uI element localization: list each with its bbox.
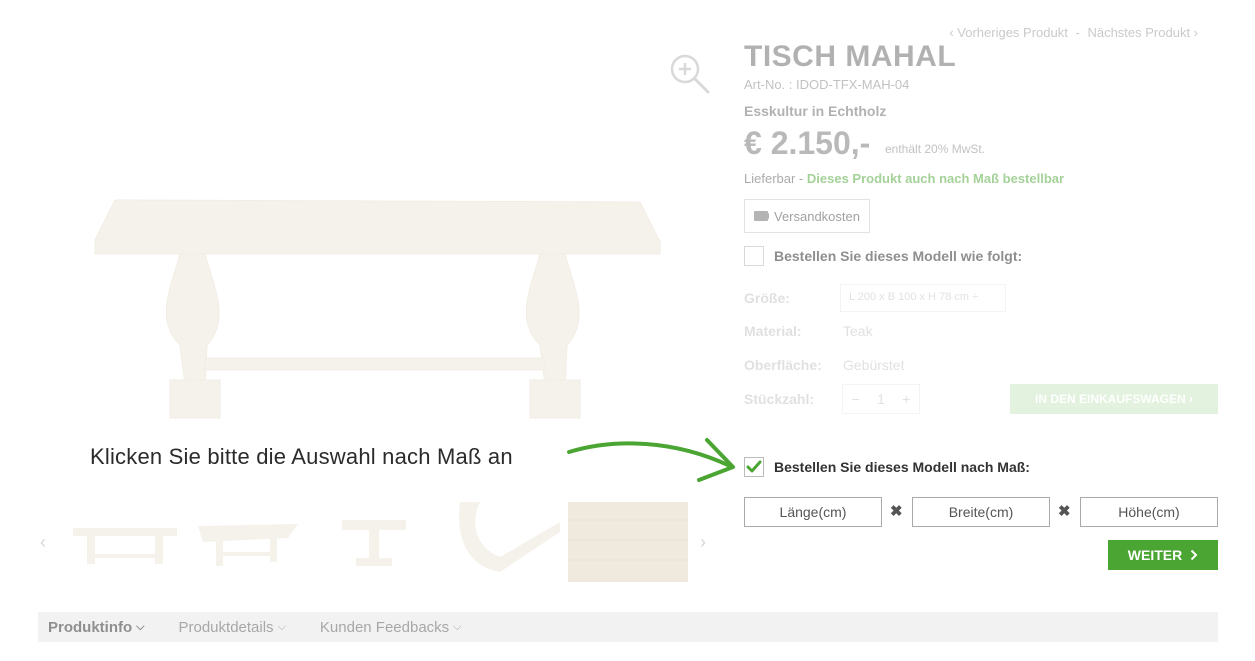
add-to-cart-button[interactable]: IN DEN EINKAUFSWAGEN › (1010, 384, 1218, 414)
product-subtitle: Esskultur in Echtholz (744, 103, 887, 119)
times-icon: ✖ (890, 503, 903, 520)
standard-option-label: Bestellen Sie dieses Modell wie folgt: (774, 248, 1023, 264)
thumb-prev-arrow[interactable]: ‹ (40, 532, 46, 553)
tab-label: Produktdetails (178, 618, 274, 636)
custom-option-label: Bestellen Sie dieses Modell nach Maß: (774, 459, 1030, 475)
availability-status: Lieferbar - (744, 171, 804, 186)
custom-size-link[interactable]: Dieses Produkt auch nach Maß bestellbar (807, 171, 1064, 186)
chevron-down-icon: ⌵ (277, 620, 286, 633)
instruction-text: Klicken Sie bitte die Auswahl nach Maß a… (90, 444, 513, 469)
times-icon: ✖ (1058, 503, 1071, 520)
height-input[interactable] (1080, 497, 1218, 527)
next-product-link[interactable]: Nächstes Produkt › (1087, 25, 1198, 40)
thumbnail-5[interactable] (568, 502, 688, 582)
tab-produktinfo[interactable]: Produktinfo ⌵ (48, 619, 145, 636)
green-arrow-icon (567, 438, 735, 482)
tab-label: Kunden Feedbacks (319, 618, 450, 636)
quantity-label: Stückzahl: (744, 391, 815, 407)
shipping-cost-label: Versandkosten (773, 208, 860, 224)
product-price: € 2.150,- (744, 125, 871, 161)
zoom-icon[interactable] (668, 52, 712, 96)
qty-value: 1 (877, 391, 885, 407)
article-number: Art-No. : IDOD-TFX-MAH-04 (744, 77, 910, 92)
thumbnail-carousel: ‹ › (40, 502, 720, 582)
continue-label: WEITER (1127, 547, 1183, 563)
material-label: Material: (744, 323, 802, 339)
standard-checkbox[interactable] (744, 246, 764, 266)
truck-icon (753, 211, 769, 221)
chevron-right-icon (1191, 549, 1198, 561)
tab-kunden-feedbacks[interactable]: Kunden Feedbacks ⌵ (320, 619, 462, 636)
thumbnail-2[interactable] (188, 502, 308, 582)
surface-label: Oberfläche: (744, 357, 822, 373)
size-label: Größe: (744, 290, 790, 306)
option-custom-size[interactable]: Bestellen Sie dieses Modell nach Maß: (744, 457, 1030, 477)
tab-produktdetails[interactable]: Produktdetails ⌵ (179, 619, 286, 636)
material-value: Teak (843, 323, 873, 339)
chevron-down-icon: ⌵ (136, 620, 145, 633)
size-select[interactable]: L 200 x B 100 x H 78 cm ÷ (840, 284, 1006, 312)
product-tabs: Produktinfo ⌵ Produktdetails ⌵ Kunden Fe… (38, 612, 1218, 642)
prev-product-link[interactable]: ‹ Vorheriges Produkt (949, 25, 1068, 40)
length-input[interactable] (744, 497, 882, 527)
thumbnail-3[interactable] (314, 502, 434, 582)
custom-size-checkbox[interactable] (744, 457, 764, 477)
option-standard[interactable]: Bestellen Sie dieses Modell wie folgt: (744, 246, 1022, 266)
vat-note: enthält 20% MwSt. (885, 142, 986, 156)
quantity-stepper[interactable]: − 1 + (842, 384, 920, 414)
product-image[interactable] (85, 180, 665, 425)
product-title: TISCH MAHAL (744, 40, 957, 73)
width-input[interactable] (912, 497, 1050, 527)
product-navigation: ‹ Vorheriges Produkt - Nächstes Produkt … (947, 25, 1200, 40)
continue-button[interactable]: WEITER (1108, 540, 1218, 570)
surface-value: Gebürstet (843, 357, 905, 373)
thumbnail-4[interactable] (440, 502, 560, 582)
chevron-down-icon: ⌵ (453, 620, 462, 633)
thumb-next-arrow[interactable]: › (700, 532, 706, 553)
checkmark-icon (746, 460, 762, 473)
thumbnail-1[interactable] (65, 502, 185, 582)
qty-minus-button[interactable]: − (852, 391, 860, 407)
nav-separator: - (1075, 25, 1080, 40)
tab-label: Produktinfo (48, 618, 133, 636)
qty-plus-button[interactable]: + (902, 391, 910, 407)
availability: Lieferbar - Dieses Produkt auch nach Maß… (744, 171, 1064, 186)
shipping-cost-button[interactable]: Versandkosten (744, 199, 870, 233)
